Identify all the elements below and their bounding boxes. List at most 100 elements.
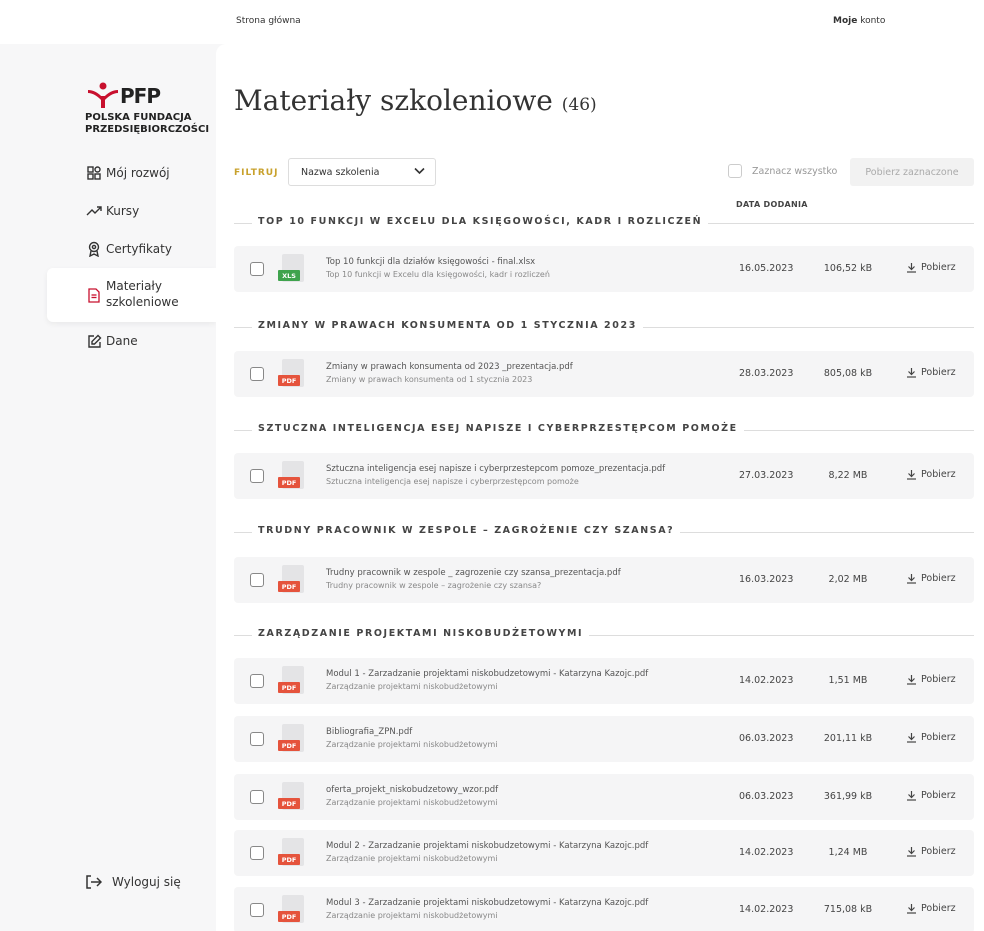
download-icon <box>907 574 916 584</box>
file-name: Bibliografia_ZPN.pdf <box>326 727 413 737</box>
list-item: PDF Modul 3 - Zarzadzanie projektami nisk… <box>234 887 974 931</box>
pdf-file-icon: PDF <box>278 666 306 696</box>
file-checkbox[interactable] <box>250 846 264 860</box>
sidebar-item-kursy[interactable]: Kursy <box>0 192 216 230</box>
sidebar-item-label: Materiały szkoleniowe <box>106 279 179 309</box>
download-button[interactable]: Pobierz <box>906 469 956 480</box>
file-date: 14.02.2023 <box>739 675 794 686</box>
file-checkbox[interactable] <box>250 367 264 381</box>
download-button[interactable]: Pobierz <box>906 732 956 743</box>
pdf-file-icon: PDF <box>278 782 306 812</box>
section-header: TRUDNY PRACOWNIK W ZESPOLE – ZAGROŻENIE … <box>234 523 974 541</box>
page-title-text: Materiały szkoleniowe <box>234 84 553 117</box>
file-size: 361,99 kB <box>823 791 873 802</box>
download-button[interactable]: Pobierz <box>906 846 956 857</box>
download-icon <box>907 847 916 857</box>
download-label: Pobierz <box>921 674 956 685</box>
sidebar-item-moj-rozwoj[interactable]: Mój rozwój <box>0 154 216 192</box>
pdf-file-icon: PDF <box>278 838 306 868</box>
file-type-tag: PDF <box>278 740 300 751</box>
select-all-box <box>728 164 742 178</box>
download-icon <box>907 791 916 801</box>
file-date: 06.03.2023 <box>739 791 794 802</box>
edit-icon <box>86 333 102 349</box>
download-button[interactable]: Pobierz <box>906 367 956 378</box>
list-item: PDF Zmiany w prawach konsumenta od 2023 _… <box>234 351 974 397</box>
sidebar-item-dane[interactable]: Dane <box>0 322 216 360</box>
sidebar-nav: Mój rozwój Kursy Certyfikaty Materiały sz… <box>0 154 216 360</box>
file-name: Modul 1 - Zarzadzanie projektami niskobu… <box>326 669 649 679</box>
file-description: Zarządzanie projektami niskobudżetowymi <box>326 911 498 920</box>
section-header: TOP 10 FUNKCJI W EXCELU DLA KSIĘGOWOŚCI,… <box>234 214 974 232</box>
pfp-logo-line2: PRZEDSIĘBIORCZOŚCI <box>85 124 210 135</box>
file-name: Modul 3 - Zarzadzanie projektami niskobu… <box>326 898 649 908</box>
file-description: Zarządzanie projektami niskobudżetowymi <box>326 854 498 863</box>
filter-label: FILTRUJ <box>234 168 279 178</box>
file-type-tag: XLS <box>278 270 300 281</box>
file-size: 1,51 MB <box>828 675 868 686</box>
logout-button[interactable]: Wyloguj się <box>86 875 181 889</box>
file-checkbox[interactable] <box>250 732 264 746</box>
section-header: ZMIANY W PRAWACH KONSUMENTA OD 1 STYCZNI… <box>234 318 974 336</box>
file-checkbox[interactable] <box>250 903 264 917</box>
page-title: Materiały szkoleniowe (46) <box>234 84 597 117</box>
account-link-bold: Moje <box>833 16 858 26</box>
list-item: XLS Top 10 funkcji dla działów księgowośc… <box>234 246 974 292</box>
file-checkbox[interactable] <box>250 469 264 483</box>
file-checkbox[interactable] <box>250 790 264 804</box>
download-icon <box>907 904 916 914</box>
download-label: Pobierz <box>921 367 956 378</box>
file-size: 2,02 MB <box>828 574 868 585</box>
list-item: PDF Sztuczna inteligencja esej napisze i … <box>234 453 974 499</box>
list-item: PDF oferta_projekt_niskobudzetowy_wzor.pd… <box>234 774 974 820</box>
download-label: Pobierz <box>921 262 956 273</box>
download-selected-button[interactable]: Pobierz zaznaczone <box>850 158 974 186</box>
section-title: ZARZĄDZANIE PROJEKTAMI NISKOBUDŻETOWYMI <box>252 628 590 639</box>
sidebar-item-materialy-szkoleniowe[interactable]: Materiały szkoleniowe <box>47 268 216 322</box>
file-checkbox[interactable] <box>250 262 264 276</box>
download-label: Pobierz <box>921 732 956 743</box>
file-checkbox[interactable] <box>250 674 264 688</box>
file-checkbox[interactable] <box>250 573 264 587</box>
document-icon <box>86 287 102 303</box>
section-title: TRUDNY PRACOWNIK W ZESPOLE – ZAGROŻENIE … <box>252 525 681 536</box>
file-date: 06.03.2023 <box>739 733 794 744</box>
download-button[interactable]: Pobierz <box>906 790 956 801</box>
download-button[interactable]: Pobierz <box>906 674 956 685</box>
top-bar: Strona główna Moje konto <box>0 0 984 44</box>
download-icon <box>907 263 916 273</box>
account-link[interactable]: Moje konto <box>833 16 885 26</box>
pfp-logo-mark-icon <box>88 82 118 108</box>
file-date: 14.02.2023 <box>739 847 794 858</box>
materials-count: (46) <box>561 95 597 115</box>
select-all-label: Zaznacz wszystko <box>752 165 838 177</box>
filter-select[interactable]: Nazwa szkolenia <box>288 158 436 186</box>
list-item: PDF Trudny pracownik w zespole _ zagrozen… <box>234 557 974 603</box>
chevron-down-icon <box>414 167 425 175</box>
xls-file-icon: XLS <box>278 254 306 284</box>
select-all-checkbox[interactable]: Zaznacz wszystko <box>728 164 837 178</box>
filter-select-value: Nazwa szkolenia <box>301 166 380 178</box>
file-type-tag: PDF <box>278 375 300 386</box>
file-date: 27.03.2023 <box>739 470 794 481</box>
sidebar-item-label: Kursy <box>106 204 140 218</box>
file-type-tag: PDF <box>278 911 300 922</box>
file-type-tag: PDF <box>278 798 300 809</box>
file-name: Modul 2 - Zarzadzanie projektami niskobu… <box>326 841 649 851</box>
file-size: 106,52 kB <box>823 263 873 274</box>
download-button[interactable]: Pobierz <box>906 573 956 584</box>
pdf-file-icon: PDF <box>278 461 306 491</box>
list-item: PDF Modul 1 - Zarzadzanie projektami nisk… <box>234 658 974 704</box>
pfp-logo[interactable]: PFP POLSKA FUNDACJA PRZEDSIĘBIORCZOŚCI <box>85 82 210 142</box>
file-name: oferta_projekt_niskobudzetowy_wzor.pdf <box>326 785 499 795</box>
sidebar-item-certyfikaty[interactable]: Certyfikaty <box>0 230 216 268</box>
download-button[interactable]: Pobierz <box>906 903 956 914</box>
section-header: ZARZĄDZANIE PROJEKTAMI NISKOBUDŻETOWYMI <box>234 626 974 644</box>
sidebar: PFP POLSKA FUNDACJA PRZEDSIĘBIORCZOŚCI M… <box>0 44 216 931</box>
download-button[interactable]: Pobierz <box>906 262 956 273</box>
download-label: Pobierz <box>921 573 956 584</box>
home-link[interactable]: Strona główna <box>236 16 301 26</box>
file-date: 16.03.2023 <box>739 574 794 585</box>
date-column-header: DATA DODANIA <box>736 200 808 209</box>
file-size: 715,08 kB <box>823 904 873 915</box>
